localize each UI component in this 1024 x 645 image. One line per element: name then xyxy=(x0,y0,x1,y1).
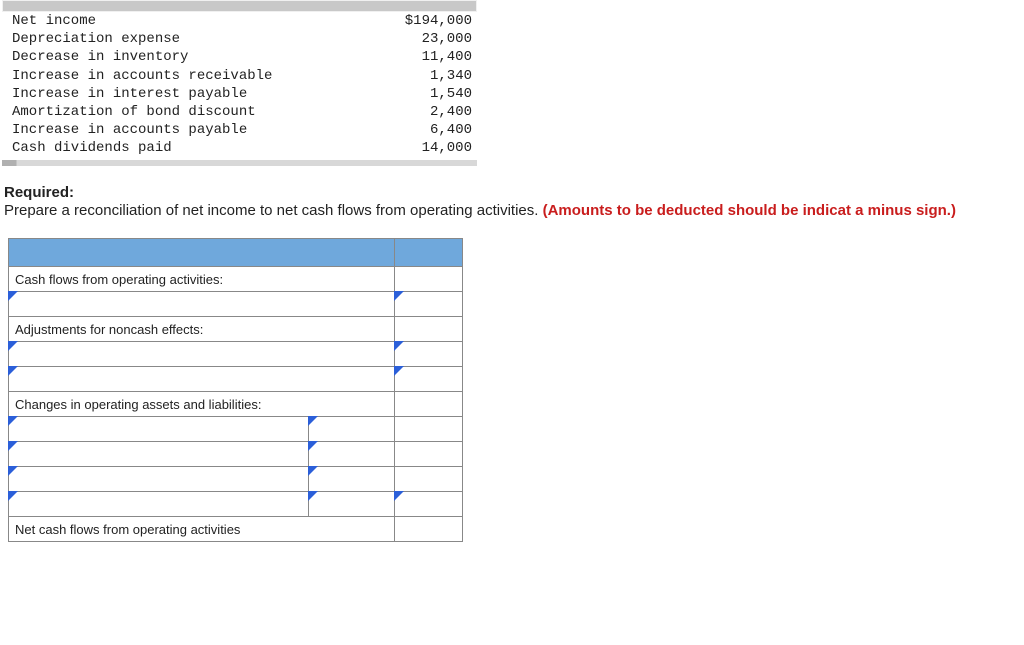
dropdown-icon xyxy=(394,366,404,376)
data-value: 23,000 xyxy=(372,30,472,48)
dropdown-input[interactable] xyxy=(9,292,395,317)
dropdown-input[interactable] xyxy=(9,417,309,442)
data-label: Net income xyxy=(12,12,372,30)
label-adjustments: Adjustments for noncash effects: xyxy=(9,317,395,342)
dropdown-icon xyxy=(394,491,404,501)
data-label: Depreciation expense xyxy=(12,30,372,48)
dropdown-icon xyxy=(8,291,18,301)
data-label: Amortization of bond discount xyxy=(12,103,372,121)
given-data-table: Net income $194,000 Depreciation expense… xyxy=(0,12,1024,158)
value-input[interactable] xyxy=(309,467,395,492)
header-cell-value xyxy=(395,239,463,267)
value-cell xyxy=(395,267,463,292)
dropdown-input[interactable] xyxy=(9,467,309,492)
value-input[interactable] xyxy=(395,342,463,367)
required-section: Required: Prepare a reconciliation of ne… xyxy=(0,166,1024,221)
data-row: Increase in accounts payable 6,400 xyxy=(12,121,472,139)
data-row: Increase in accounts receivable 1,340 xyxy=(12,67,472,85)
value-cell xyxy=(395,392,463,417)
table-row xyxy=(9,492,463,517)
data-label: Increase in accounts receivable xyxy=(12,67,372,85)
dropdown-icon xyxy=(8,441,18,451)
table-row: Net cash flows from operating activities xyxy=(9,517,463,542)
dropdown-icon xyxy=(8,341,18,351)
value-input[interactable] xyxy=(395,292,463,317)
dropdown-input[interactable] xyxy=(9,492,309,517)
data-row: Net income $194,000 xyxy=(12,12,472,30)
label-changes: Changes in operating assets and liabilit… xyxy=(9,392,395,417)
data-value: 1,540 xyxy=(372,85,472,103)
value-cell xyxy=(395,467,463,492)
value-cell xyxy=(395,417,463,442)
data-value: 14,000 xyxy=(372,139,472,157)
value-cell xyxy=(395,442,463,467)
data-row: Cash dividends paid 14,000 xyxy=(12,139,472,157)
data-value: 2,400 xyxy=(372,103,472,121)
dropdown-icon xyxy=(8,366,18,376)
data-row: Increase in interest payable 1,540 xyxy=(12,85,472,103)
table-row xyxy=(9,467,463,492)
header-cell-label xyxy=(9,239,395,267)
table-row xyxy=(9,342,463,367)
value-cell xyxy=(395,317,463,342)
dropdown-icon xyxy=(308,416,318,426)
table-row xyxy=(9,417,463,442)
table-row xyxy=(9,442,463,467)
value-input[interactable] xyxy=(309,417,395,442)
dropdown-icon xyxy=(308,441,318,451)
table-row: Changes in operating assets and liabilit… xyxy=(9,392,463,417)
required-heading: Required: xyxy=(4,184,1020,201)
data-row: Decrease in inventory 11,400 xyxy=(12,48,472,66)
dropdown-icon xyxy=(308,466,318,476)
label-cash-flows: Cash flows from operating activities: xyxy=(9,267,395,292)
value-cell xyxy=(395,517,463,542)
instruction-text: Prepare a reconciliation of net income t… xyxy=(4,201,1020,221)
dropdown-icon xyxy=(394,291,404,301)
dropdown-icon xyxy=(8,491,18,501)
data-label: Cash dividends paid xyxy=(12,139,372,157)
value-input[interactable] xyxy=(395,367,463,392)
answer-table: Cash flows from operating activities: Ad… xyxy=(8,238,463,542)
dropdown-icon xyxy=(8,416,18,426)
data-label: Increase in interest payable xyxy=(12,85,372,103)
data-value: $194,000 xyxy=(372,12,472,30)
scrollbar-top[interactable] xyxy=(2,0,477,12)
header-row xyxy=(9,239,463,267)
dropdown-input[interactable] xyxy=(9,367,395,392)
table-row: Cash flows from operating activities: xyxy=(9,267,463,292)
data-label: Increase in accounts payable xyxy=(12,121,372,139)
dropdown-icon xyxy=(308,491,318,501)
value-input[interactable] xyxy=(395,492,463,517)
data-row: Depreciation expense 23,000 xyxy=(12,30,472,48)
table-row xyxy=(9,292,463,317)
instruction-plain: Prepare a reconciliation of net income t… xyxy=(4,202,543,219)
table-row xyxy=(9,367,463,392)
instruction-red: (Amounts to be deducted should be indica… xyxy=(543,202,956,219)
data-value: 6,400 xyxy=(372,121,472,139)
dropdown-input[interactable] xyxy=(9,442,309,467)
dropdown-input[interactable] xyxy=(9,342,395,367)
value-input[interactable] xyxy=(309,492,395,517)
value-input[interactable] xyxy=(309,442,395,467)
data-value: 11,400 xyxy=(372,48,472,66)
data-label: Decrease in inventory xyxy=(12,48,372,66)
label-net-cash: Net cash flows from operating activities xyxy=(9,517,395,542)
data-value: 1,340 xyxy=(372,67,472,85)
dropdown-icon xyxy=(8,466,18,476)
data-row: Amortization of bond discount 2,400 xyxy=(12,103,472,121)
table-row: Adjustments for noncash effects: xyxy=(9,317,463,342)
dropdown-icon xyxy=(394,341,404,351)
